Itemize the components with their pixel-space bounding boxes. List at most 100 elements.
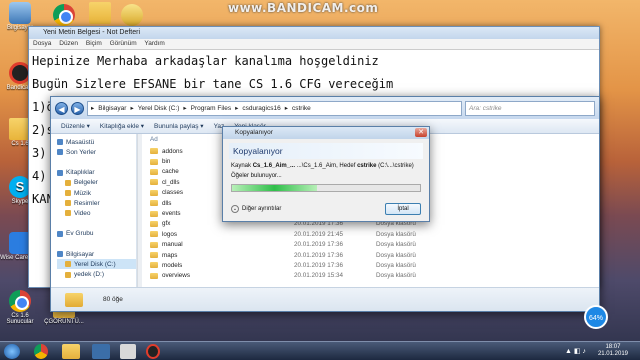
nav-item[interactable]: Resimler bbox=[57, 198, 136, 208]
organize-button[interactable]: Düzenle ▾ bbox=[61, 122, 90, 130]
copy-progress-fill bbox=[232, 185, 317, 191]
folder-icon bbox=[65, 190, 71, 197]
more-details-toggle[interactable]: ⌄ Diğer ayrıntılar bbox=[231, 205, 281, 213]
file-type: Dosya klasörü bbox=[376, 261, 416, 269]
folder-icon bbox=[150, 220, 158, 227]
taskbar-app[interactable] bbox=[120, 344, 136, 359]
nav-item[interactable]: yedek (D:) bbox=[57, 269, 136, 279]
menu-help[interactable]: Yardım bbox=[144, 40, 164, 47]
clock-time: 18:07 bbox=[605, 344, 621, 350]
key-icon bbox=[121, 4, 143, 26]
menu-view[interactable]: Görünüm bbox=[110, 40, 137, 47]
nav-item bbox=[57, 239, 136, 249]
folder-icon bbox=[65, 179, 71, 186]
menu-edit[interactable]: Düzen bbox=[59, 40, 78, 47]
bandicam-watermark: www.BANDICAM.com bbox=[228, 1, 379, 15]
breadcrumb-csduragics16[interactable]: csduragics16 bbox=[242, 105, 280, 112]
taskbar-media[interactable] bbox=[92, 344, 110, 359]
breadcrumb-program-files[interactable]: Program Files bbox=[191, 105, 231, 112]
system-tray-icons[interactable]: ▲ ◧ ♪ bbox=[565, 347, 586, 355]
folder-icon bbox=[150, 148, 158, 155]
folder-icon bbox=[150, 168, 158, 175]
file-date: 20.01.2019 17:36 bbox=[294, 251, 344, 259]
taskbar-explorer[interactable] bbox=[62, 344, 80, 359]
copy-dialog[interactable]: Kopyalanıyor ✕ Kopyalanıyor Kaynak Cs_1.… bbox=[222, 126, 430, 222]
nav-item[interactable]: Yerel Disk (C:) bbox=[57, 259, 136, 270]
folder-icon bbox=[150, 210, 158, 217]
share-with-button[interactable]: Bununla paylaş ▾ bbox=[154, 122, 204, 130]
file-date: 20.01.2019 21:45 bbox=[294, 230, 344, 238]
taskbar-bandicam[interactable] bbox=[146, 344, 160, 359]
navigation-pane: Masaüstü Son Yerler Kitaplıklar Belgeler Müz… bbox=[51, 134, 137, 287]
file-row[interactable]: overviews 20.01.2019 15:34 Dosya klasörü bbox=[150, 271, 599, 281]
folder-icon bbox=[57, 139, 63, 146]
nav-item[interactable]: Son Yerler bbox=[57, 147, 136, 157]
notepad-title: Yeni Metin Belgesi - Not Defteri bbox=[29, 27, 599, 39]
taskbar: ▲ ◧ ♪ 18:07 21.01.2019 bbox=[0, 341, 640, 360]
close-icon[interactable]: ✕ bbox=[415, 128, 427, 137]
notepad-menu: Dosya Düzen Biçim Görünüm Yardım bbox=[29, 39, 599, 50]
folder-icon bbox=[65, 261, 71, 268]
folder-icon bbox=[65, 210, 71, 217]
folder-icon bbox=[65, 200, 71, 207]
nav-item[interactable]: Masaüstü bbox=[57, 137, 136, 147]
chevron-down-icon: ⌄ bbox=[231, 205, 239, 213]
chrome-icon bbox=[9, 290, 31, 312]
breadcrumb-local-disk[interactable]: Yerel Disk (C:) bbox=[138, 105, 180, 112]
breadcrumb-cstrike[interactable]: cstrike bbox=[292, 105, 311, 112]
folder-icon bbox=[57, 149, 63, 156]
nav-item[interactable]: Ev Grubu bbox=[57, 229, 136, 239]
file-row[interactable]: models 20.01.2019 17:36 Dosya klasörü bbox=[150, 260, 599, 270]
nav-item bbox=[57, 157, 136, 167]
breadcrumb-computer[interactable]: Bilgisayar bbox=[98, 105, 126, 112]
nav-item[interactable]: Müzik bbox=[57, 188, 136, 198]
clock[interactable]: 18:07 21.01.2019 bbox=[598, 344, 628, 358]
menu-format[interactable]: Biçim bbox=[86, 40, 102, 47]
menu-file[interactable]: Dosya bbox=[33, 40, 51, 47]
folder-icon bbox=[65, 271, 71, 278]
file-name: models bbox=[162, 261, 183, 269]
file-date: 20.01.2019 17:36 bbox=[294, 261, 344, 269]
taskbar-chrome[interactable] bbox=[34, 344, 48, 359]
file-name: manual bbox=[162, 241, 183, 249]
address-bar[interactable]: ▸ Bilgisayar ▸ Yerel Disk (C:) ▸ Program F… bbox=[87, 100, 462, 116]
folder-icon bbox=[150, 179, 158, 186]
file-row[interactable]: manual 20.01.2019 17:36 Dosya klasörü bbox=[150, 240, 599, 250]
folder-icon: ▸ bbox=[91, 105, 95, 112]
file-row[interactable]: logos 20.01.2019 21:45 Dosya klasörü bbox=[150, 229, 599, 239]
folder-icon bbox=[150, 262, 158, 269]
folder-icon bbox=[150, 158, 158, 165]
nav-item[interactable]: Video bbox=[57, 208, 136, 218]
nav-item[interactable]: Belgeler bbox=[57, 178, 136, 188]
folder-icon bbox=[150, 241, 158, 248]
item-count: 80 öğe bbox=[103, 296, 123, 303]
chrome-icon bbox=[53, 4, 75, 26]
file-name: logos bbox=[162, 230, 178, 238]
file-name: overviews bbox=[162, 272, 190, 280]
copy-source-line: Kaynak Cs_1.6_Aim_... ...\Cs_1.6_Aim, He… bbox=[231, 163, 414, 169]
desktop-icon-chrome-top[interactable] bbox=[44, 4, 84, 27]
desktop-icon-key[interactable] bbox=[112, 4, 152, 27]
nav-item bbox=[57, 219, 136, 229]
search-input[interactable]: Ara: cstrike bbox=[465, 100, 595, 116]
dialog-footer: ⌄ Diğer ayrıntılar İptal bbox=[231, 203, 421, 215]
desktop-icon-cs16-servers[interactable]: Cs 1.6 Sunucular bbox=[0, 290, 40, 325]
folder-icon bbox=[65, 292, 83, 307]
file-name: maps bbox=[162, 251, 178, 259]
file-type: Dosya klasörü bbox=[376, 230, 416, 238]
forward-button[interactable]: ▶ bbox=[71, 101, 84, 115]
explorer-status-bar: 80 öğe bbox=[51, 287, 599, 311]
nav-item[interactable]: Bilgisayar bbox=[57, 249, 136, 259]
folder-icon bbox=[57, 169, 63, 176]
cancel-button[interactable]: İptal bbox=[385, 203, 421, 215]
nav-item[interactable]: Kitaplıklar bbox=[57, 168, 136, 178]
copy-progress-bar bbox=[231, 184, 421, 192]
start-button[interactable] bbox=[4, 344, 20, 359]
file-type: Dosya klasörü bbox=[376, 241, 416, 249]
progress-percent-badge: 64% bbox=[584, 305, 608, 329]
folder-icon bbox=[89, 2, 111, 24]
file-type: Dosya klasörü bbox=[376, 272, 416, 280]
back-button[interactable]: ◀ bbox=[55, 101, 68, 115]
file-row[interactable]: maps 20.01.2019 17:36 Dosya klasörü bbox=[150, 250, 599, 260]
add-to-library-button[interactable]: Kitaplığa ekle ▾ bbox=[100, 122, 144, 130]
